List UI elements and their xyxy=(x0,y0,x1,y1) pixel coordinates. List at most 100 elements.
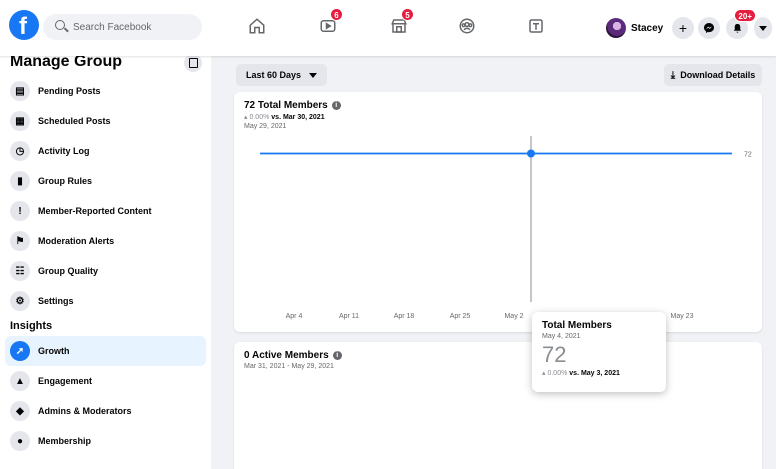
tooltip-change-percent: 0.00% xyxy=(547,370,568,377)
total-members-card: 72 Apr 4 Apr 11 Apr 18 Apr 25 May 2 May 23 72 … xyxy=(234,92,762,332)
plus-icon: + xyxy=(678,20,688,36)
avatar xyxy=(606,18,626,38)
groups-icon[interactable] xyxy=(452,14,482,38)
clock-icon: ◷ xyxy=(10,141,30,161)
sidebar-menu: ▤ Pending Posts ▦ Scheduled Posts ◷ Acti… xyxy=(0,76,211,456)
sidebar-item-growth[interactable]: ➚ Growth xyxy=(5,336,206,366)
notifications-button[interactable]: 20+ xyxy=(726,9,756,39)
account-menu-button[interactable] xyxy=(754,17,772,39)
sidebar-item-label: Pending Posts xyxy=(38,86,101,96)
sidebar-item-settings[interactable]: ⚙ Settings xyxy=(0,286,211,316)
download-details-button[interactable]: ⤓ Download Details xyxy=(664,64,762,86)
tooltip-comparison-label: vs. May 3, 2021 xyxy=(569,370,620,377)
chart-tooltip: Total Members May 4, 2021 72 ▴ 0.00% vs.… xyxy=(532,312,666,392)
sidebar-item-label: Member-Reported Content xyxy=(38,206,152,216)
sidebar-item-label: Activity Log xyxy=(38,146,90,156)
sidebar-item-moderation-alerts[interactable]: ⚑ Moderation Alerts xyxy=(0,226,211,256)
chevron-down-icon xyxy=(759,25,767,31)
total-members-title: 72 Total Members i xyxy=(244,100,341,111)
search-input[interactable] xyxy=(73,19,193,35)
growth-icon: ➚ xyxy=(10,341,30,361)
sidebar-item-label: Settings xyxy=(38,296,74,306)
end-value-label: 72 xyxy=(744,152,752,159)
card-title-text: 72 Total Members xyxy=(244,100,328,111)
create-button[interactable]: + xyxy=(672,17,694,39)
sidebar-item-pending-posts[interactable]: ▤ Pending Posts xyxy=(0,76,211,106)
sidebar-item-admins-moderators[interactable]: ◆ Admins & Moderators xyxy=(0,396,211,426)
search-icon xyxy=(55,20,65,30)
sidebar-item-group-quality[interactable]: ☷ Group Quality xyxy=(0,256,211,286)
notifications-badge: 20+ xyxy=(734,9,756,22)
manage-group-sidebar: Manage Group ▤ Pending Posts ▦ Scheduled… xyxy=(0,46,211,469)
tooltip-date: May 4, 2021 xyxy=(542,333,581,340)
marketplace-badge: 5 xyxy=(401,8,414,21)
x-tick-label: Apr 11 xyxy=(339,313,359,320)
card-title-text: 0 Active Members xyxy=(244,350,329,361)
thumbs-up-icon: ▲ xyxy=(10,371,30,391)
top-navigation-bar: f 6 5 Stacey + 20+ xyxy=(0,0,776,56)
sidebar-item-label: Moderation Alerts xyxy=(38,236,115,246)
sidebar-item-group-rules[interactable]: ▮ Group Rules xyxy=(0,166,211,196)
gaming-icon[interactable] xyxy=(521,14,551,38)
pending-posts-icon: ▤ xyxy=(10,81,30,101)
x-tick-label: May 2 xyxy=(504,313,523,320)
comparison-label: vs. Mar 30, 2021 xyxy=(271,114,325,121)
sidebar-item-membership[interactable]: ● Membership xyxy=(0,426,211,456)
change-percent: 0.00% xyxy=(249,114,270,121)
sidebar-item-label: Growth xyxy=(38,346,70,356)
sidebar-item-scheduled-posts[interactable]: ▦ Scheduled Posts xyxy=(0,106,211,136)
profile-name: Stacey xyxy=(631,22,664,34)
report-icon: ! xyxy=(10,201,30,221)
home-icon[interactable] xyxy=(242,14,272,38)
insights-heading: Insights xyxy=(10,320,53,332)
chevron-down-icon xyxy=(309,72,318,78)
sidebar-header: Manage Group xyxy=(10,53,202,73)
highlight-point[interactable] xyxy=(527,149,535,158)
sidebar-item-member-reported-content[interactable]: ! Member-Reported Content xyxy=(0,196,211,226)
sidebar-item-label: Admins & Moderators xyxy=(38,406,132,416)
gear-icon: ⚙ xyxy=(10,291,30,311)
active-members-card: 0 Active Members i Mar 31, 2021 - May 29… xyxy=(234,342,762,469)
tooltip-value: 72 xyxy=(542,342,567,367)
sidebar-item-label: Group Quality xyxy=(38,266,99,276)
date-range-dropdown[interactable]: Last 60 Days xyxy=(236,64,328,86)
book-icon: ▮ xyxy=(10,171,30,191)
messenger-icon xyxy=(704,23,714,33)
watch-badge: 6 xyxy=(330,8,343,21)
shield-icon: ◆ xyxy=(10,401,30,421)
clipboard-icon: ☷ xyxy=(10,261,30,281)
sidebar-item-label: Scheduled Posts xyxy=(38,116,111,126)
calendar-icon: ▦ xyxy=(10,111,30,131)
collapse-sidebar-icon[interactable] xyxy=(184,54,202,72)
x-tick-label: May 23 xyxy=(671,313,694,320)
active-members-range: Mar 31, 2021 - May 29, 2021 xyxy=(244,363,334,370)
x-tick-label: Apr 4 xyxy=(286,313,303,320)
download-icon: ⤓ xyxy=(670,69,676,81)
profile-shortcut[interactable]: Stacey xyxy=(606,17,663,39)
facebook-logo-icon[interactable]: f xyxy=(9,10,39,40)
sidebar-item-activity-log[interactable]: ◷ Activity Log xyxy=(0,136,211,166)
bell-icon xyxy=(733,23,741,33)
sidebar-item-engagement[interactable]: ▲ Engagement xyxy=(0,366,211,396)
sidebar-item-label: Group Rules xyxy=(38,176,93,186)
total-members-date: May 29, 2021 xyxy=(244,123,287,130)
people-icon: ● xyxy=(10,431,30,451)
date-range-label: Last 60 Days xyxy=(246,70,302,80)
marketplace-icon[interactable]: 5 xyxy=(384,8,414,38)
total-members-change: ▴ 0.00% vs. Mar 30, 2021 xyxy=(244,114,325,121)
messenger-button[interactable] xyxy=(698,17,720,39)
sidebar-item-label: Engagement xyxy=(38,376,93,386)
alert-icon: ⚑ xyxy=(10,231,30,251)
info-icon[interactable]: i xyxy=(331,101,341,110)
watch-icon[interactable]: 6 xyxy=(313,8,343,38)
active-members-title: 0 Active Members i xyxy=(244,350,342,361)
x-tick-label: Apr 18 xyxy=(394,313,415,320)
tooltip-title: Total Members xyxy=(542,320,612,331)
tooltip-change: ▴ 0.00% vs. May 3, 2021 xyxy=(542,370,620,377)
download-label: Download Details xyxy=(680,70,756,80)
x-tick-label: Apr 25 xyxy=(450,313,471,320)
total-members-chart[interactable]: 72 Apr 4 Apr 11 Apr 18 Apr 25 May 2 May 23 xyxy=(234,92,762,332)
sidebar-item-label: Membership xyxy=(38,436,92,446)
info-icon[interactable]: i xyxy=(332,351,342,360)
search-box[interactable] xyxy=(43,14,202,40)
